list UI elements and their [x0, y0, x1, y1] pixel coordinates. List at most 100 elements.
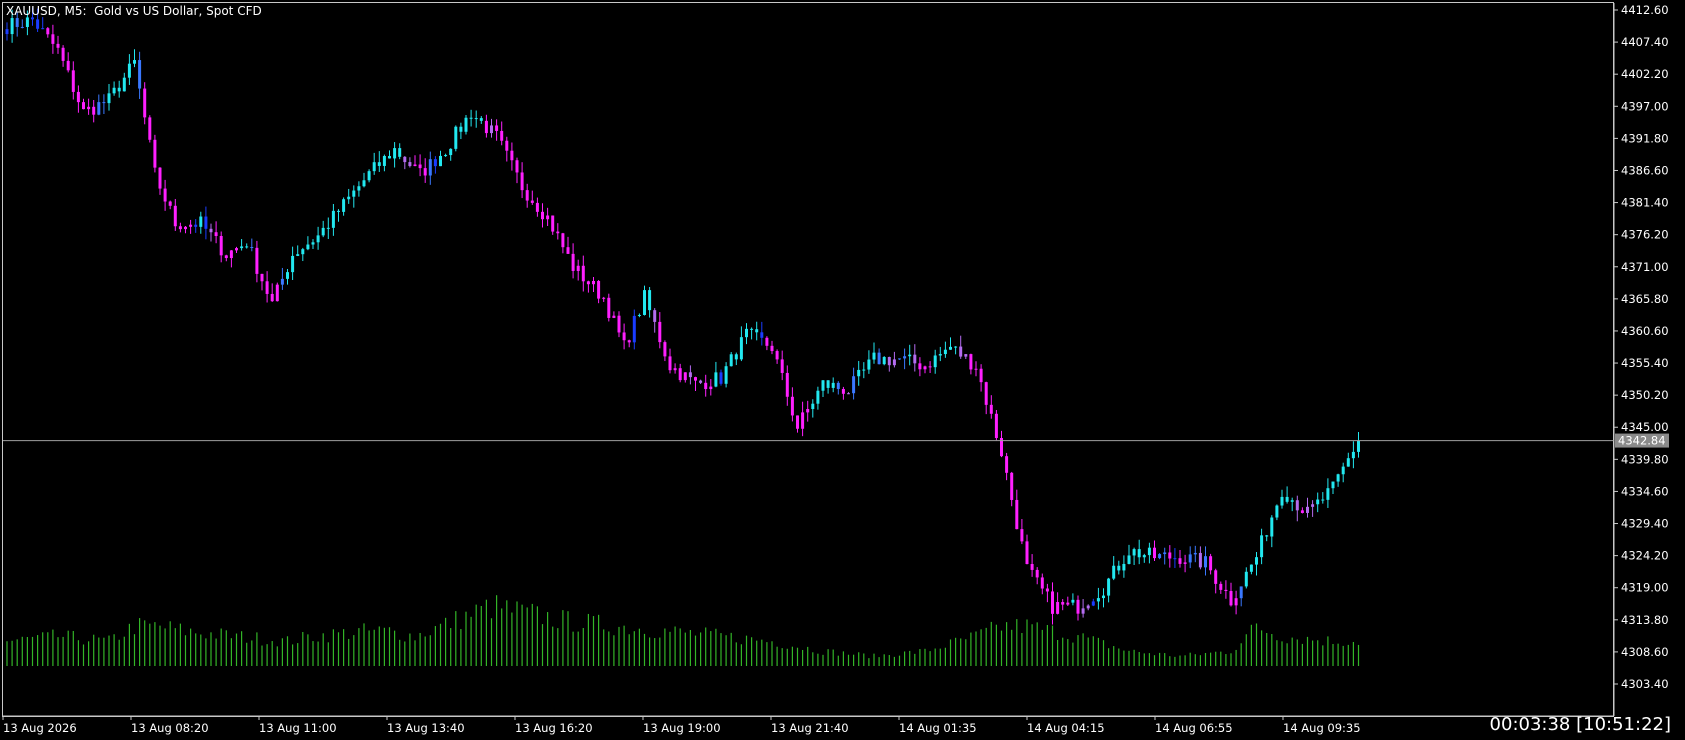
candle-body[interactable]: [714, 372, 718, 387]
candle-body[interactable]: [1102, 595, 1105, 599]
candle-body[interactable]: [760, 332, 764, 338]
candle-body[interactable]: [775, 351, 779, 360]
candle-body[interactable]: [97, 102, 101, 115]
candle-body[interactable]: [1336, 474, 1340, 482]
candle-body[interactable]: [398, 148, 402, 157]
candle-body[interactable]: [790, 396, 794, 416]
candle-body[interactable]: [892, 359, 896, 366]
candle-body[interactable]: [1010, 472, 1014, 500]
candle-body[interactable]: [275, 284, 279, 302]
candle-body[interactable]: [1300, 510, 1304, 513]
candle-body[interactable]: [439, 155, 442, 167]
candle-body[interactable]: [1316, 499, 1320, 505]
candle-body[interactable]: [194, 224, 198, 227]
candle-body[interactable]: [597, 281, 601, 299]
candle-body[interactable]: [235, 248, 238, 251]
candle-body[interactable]: [607, 297, 611, 318]
candle-body[interactable]: [694, 377, 697, 381]
candle-body[interactable]: [877, 352, 881, 365]
candle-body[interactable]: [403, 156, 407, 163]
candle-body[interactable]: [87, 106, 91, 110]
candle-body[interactable]: [898, 358, 901, 360]
candle-body[interactable]: [184, 226, 187, 230]
candle-body[interactable]: [1311, 504, 1315, 507]
candle-body[interactable]: [622, 332, 626, 341]
candle-body[interactable]: [107, 93, 111, 104]
candle-body[interactable]: [739, 337, 743, 360]
candle-body[interactable]: [1224, 589, 1228, 592]
candle-body[interactable]: [806, 409, 810, 413]
candle-body[interactable]: [592, 281, 595, 285]
candle-body[interactable]: [408, 162, 412, 167]
candle-body[interactable]: [755, 329, 759, 333]
candle-body[interactable]: [306, 244, 310, 250]
candle-body[interactable]: [663, 342, 667, 357]
candle-body[interactable]: [286, 272, 289, 279]
candle-body[interactable]: [209, 228, 213, 233]
candle-body[interactable]: [444, 155, 448, 157]
candle-body[interactable]: [872, 352, 876, 360]
candle-body[interactable]: [556, 231, 560, 234]
candle-body[interactable]: [1234, 598, 1238, 606]
candle-body[interactable]: [1030, 564, 1034, 570]
candle-body[interactable]: [1331, 481, 1335, 489]
candle-body[interactable]: [1321, 499, 1325, 501]
candle-body[interactable]: [530, 200, 534, 203]
candle-body[interactable]: [495, 125, 499, 131]
candle-body[interactable]: [974, 368, 978, 370]
candle-body[interactable]: [255, 247, 259, 274]
candle-body[interactable]: [352, 190, 356, 197]
candle-body[interactable]: [959, 346, 963, 357]
candle-body[interactable]: [1051, 591, 1054, 614]
candle-body[interactable]: [617, 315, 621, 333]
candle-body[interactable]: [1219, 583, 1223, 590]
candle-body[interactable]: [520, 172, 524, 191]
candle-body[interactable]: [525, 190, 529, 201]
candle-body[interactable]: [1188, 554, 1192, 563]
candle-body[interactable]: [1142, 555, 1146, 558]
candle-body[interactable]: [342, 199, 346, 212]
candle-body[interactable]: [796, 415, 799, 429]
candle-body[interactable]: [1091, 601, 1095, 606]
candle-body[interactable]: [1071, 599, 1075, 603]
candle-body[interactable]: [76, 91, 80, 103]
candle-body[interactable]: [1229, 591, 1233, 606]
candle-body[interactable]: [224, 255, 228, 259]
candle-body[interactable]: [1086, 605, 1090, 609]
candle-body[interactable]: [903, 356, 907, 359]
candle-body[interactable]: [148, 117, 152, 140]
candle-body[interactable]: [428, 159, 432, 176]
candle-body[interactable]: [1025, 541, 1029, 565]
candle-body[interactable]: [801, 412, 805, 429]
candle-body[interactable]: [683, 372, 687, 381]
candle-body[interactable]: [745, 328, 748, 338]
candle-body[interactable]: [515, 160, 519, 173]
candle-body[interactable]: [1306, 506, 1309, 513]
candle-body[interactable]: [1178, 558, 1182, 564]
candle-body[interactable]: [296, 254, 300, 256]
candle-body[interactable]: [1122, 563, 1126, 571]
candle-body[interactable]: [933, 355, 937, 368]
candle-body[interactable]: [41, 28, 45, 30]
candle-body[interactable]: [1173, 558, 1177, 560]
candle-body[interactable]: [887, 357, 891, 366]
candle-body[interactable]: [1035, 569, 1039, 578]
candle-body[interactable]: [964, 354, 968, 357]
candle-body[interactable]: [66, 60, 70, 71]
candle-body[interactable]: [214, 232, 218, 237]
candle-body[interactable]: [362, 180, 366, 187]
candle-body[interactable]: [270, 293, 274, 302]
candle-body[interactable]: [1265, 535, 1269, 537]
candle-body[interactable]: [1357, 440, 1360, 452]
candle-body[interactable]: [989, 404, 993, 414]
candle-body[interactable]: [418, 164, 422, 169]
candle-body[interactable]: [117, 87, 121, 92]
candle-body[interactable]: [133, 60, 136, 64]
candle-body[interactable]: [984, 382, 988, 405]
candle-body[interactable]: [648, 290, 652, 311]
candle-body[interactable]: [127, 63, 131, 78]
candle-body[interactable]: [1280, 496, 1284, 506]
candle-body[interactable]: [189, 224, 193, 227]
candle-body[interactable]: [377, 162, 381, 166]
candle-body[interactable]: [913, 354, 917, 364]
